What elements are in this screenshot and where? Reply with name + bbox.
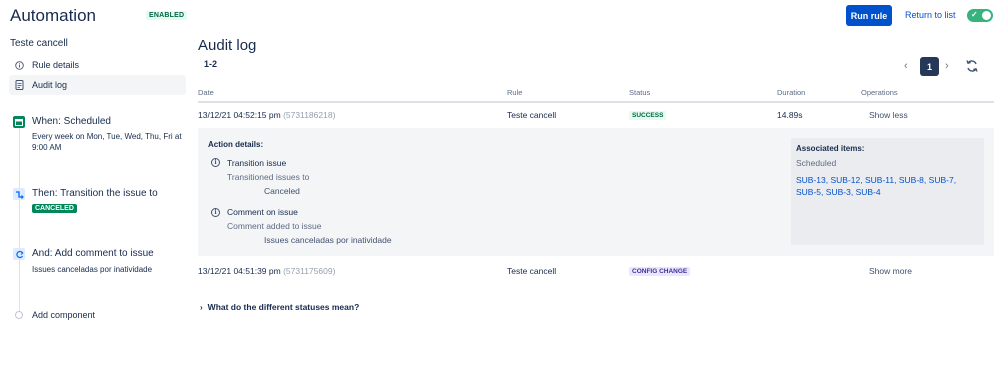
component-description: Issues canceladas por inatividade [32, 265, 153, 274]
action-title: Comment on issue [227, 207, 298, 217]
issue-link[interactable]: SUB-7 [929, 175, 954, 185]
info-icon: i [211, 158, 220, 167]
column-header-rule: Rule [507, 88, 523, 97]
issue-link[interactable]: SUB-13 [796, 175, 826, 185]
column-header-date: Date [198, 88, 214, 97]
status-lozenge-canceled: CANCELED [32, 204, 77, 213]
row-date: 13/12/21 04:52:15 pm [198, 110, 281, 120]
toggle-knob [982, 11, 991, 20]
pagination-page-button[interactable]: 1 [920, 57, 939, 76]
row-rule-name: Teste cancell [507, 110, 557, 120]
action-subtitle: Comment added to issue [227, 221, 322, 231]
rule-enabled-toggle[interactable]: ✓ [967, 9, 993, 22]
chevron-right-icon[interactable]: › [945, 60, 949, 72]
component-title[interactable]: And: Add comment to issue [32, 248, 154, 259]
action-details-panel: Action details: i Transition issue Trans… [198, 128, 994, 256]
issue-link[interactable]: SUB-4 [856, 187, 881, 197]
column-header-status: Status [629, 88, 651, 97]
check-icon: ✓ [971, 10, 978, 19]
row-date: 13/12/21 04:51:39 pm [198, 266, 281, 276]
issue-link[interactable]: SUB-5 [796, 187, 821, 197]
run-rule-button[interactable]: Run rule [846, 5, 892, 26]
action-value: Canceled [264, 186, 300, 196]
column-header-duration: Duration [777, 88, 806, 97]
page-title: Audit log [198, 37, 257, 54]
show-more-link[interactable]: Show more [869, 266, 912, 276]
enabled-badge: ENABLED [146, 11, 188, 20]
component-title[interactable]: When: Scheduled [32, 116, 111, 127]
transition-icon [13, 188, 25, 200]
table-row-date: 13/12/21 04:51:39 pm (5731175609) [198, 266, 335, 276]
issue-link[interactable]: SUB-12 [831, 175, 861, 185]
results-range: 1-2 [204, 59, 218, 69]
component-title[interactable]: Then: Transition the issue to [32, 188, 158, 199]
document-icon [14, 80, 24, 90]
row-execution-id: (5731186218) [283, 110, 336, 120]
table-header-divider [198, 101, 994, 103]
sidebar-item-label: Rule details [32, 60, 80, 70]
table-row-date: 13/12/21 04:52:15 pm (5731186218) [198, 110, 335, 120]
component-description: Every week on Mon, Tue, Wed, Thu, Fri at… [32, 132, 182, 152]
add-component-link[interactable]: Add component [32, 310, 95, 320]
action-details-label: Action details: [208, 140, 264, 149]
refresh-icon[interactable] [965, 59, 979, 73]
sidebar-item-label: Audit log [32, 80, 68, 90]
faq-label: What do the different statuses mean? [207, 302, 360, 312]
column-header-operations: Operations [861, 88, 898, 97]
associated-items-label: Associated items: [796, 144, 865, 153]
associated-issue-links: SUB-13, SUB-12, SUB-11, SUB-8, SUB-7, SU… [796, 175, 957, 197]
action-value: Issues canceladas por inatividade [264, 235, 392, 245]
comment-action-icon [13, 248, 25, 260]
row-duration: 14.89s [777, 110, 803, 120]
associated-trigger: Scheduled [796, 158, 837, 168]
issue-link[interactable]: SUB-3 [826, 187, 851, 197]
chevron-right-icon: › [200, 302, 203, 312]
associated-items-box: Associated items: Scheduled SUB-13, SUB-… [791, 138, 984, 245]
issue-link[interactable]: SUB-11 [865, 175, 894, 185]
calendar-icon [13, 116, 25, 128]
status-badge: SUCCESS [629, 111, 667, 120]
add-component-dot-icon [15, 311, 23, 319]
action-title: Transition issue [227, 158, 287, 168]
sidebar-item-rule-details[interactable]: Rule details [9, 55, 186, 75]
sidebar-item-audit-log[interactable]: Audit log [9, 75, 186, 95]
issue-link[interactable]: SUB-8 [899, 175, 924, 185]
app-title: Automation [10, 6, 96, 25]
info-icon [14, 60, 24, 70]
rule-name: Teste cancell [10, 38, 68, 49]
row-rule-name: Teste cancell [507, 266, 557, 276]
statuses-faq-toggle[interactable]: › What do the different statuses mean? [200, 302, 359, 312]
status-badge: CONFIG CHANGE [629, 267, 691, 276]
row-execution-id: (5731175609) [283, 266, 336, 276]
return-to-list-link[interactable]: Return to list [905, 10, 956, 20]
chevron-left-icon[interactable]: ‹ [904, 60, 908, 72]
show-less-link[interactable]: Show less [869, 110, 908, 120]
timeline-line [19, 124, 20, 314]
info-icon: i [211, 208, 220, 217]
action-subtitle: Transitioned issues to [227, 172, 310, 182]
